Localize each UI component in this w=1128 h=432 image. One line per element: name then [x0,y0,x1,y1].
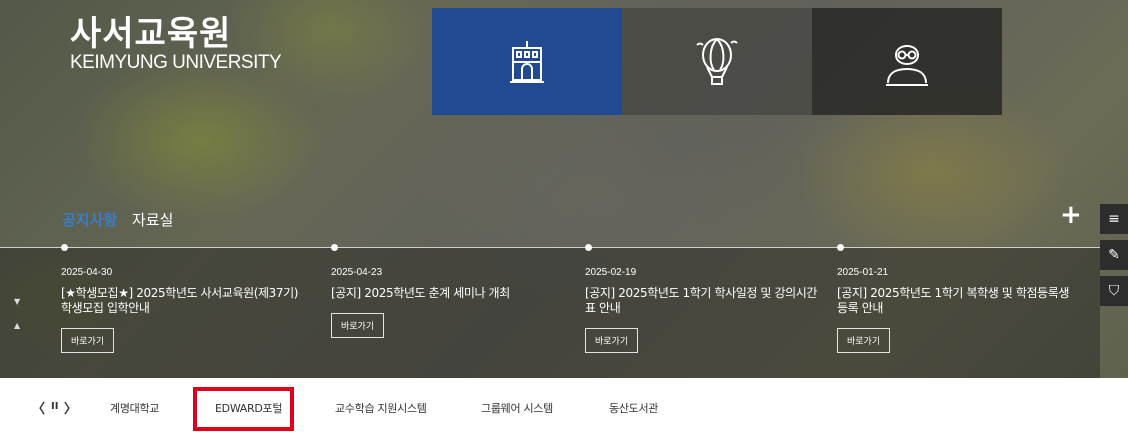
news-item: 2025-04-30 [★학생모집★] 2025학년도 사서교육원(제37기) … [61,267,301,353]
site-title[interactable]: 사서교육원 [70,6,231,55]
news-item: 2025-02-19 [공지] 2025학년도 1학기 학사일정 및 강의시간표… [585,267,825,353]
tab-archive[interactable]: 자료실 [132,211,173,229]
news-item: 2025-01-21 [공지] 2025학년도 1학기 복학생 및 학점등록생 … [837,267,1077,353]
balloon-icon [696,37,738,85]
timeline-dot [331,244,338,251]
timeline-dot [61,244,68,251]
building-icon [510,40,544,83]
news-date: 2025-04-30 [61,267,113,278]
next-button[interactable]: 〉 [64,398,77,417]
news-title[interactable]: [★학생모집★] 2025학년도 사서교육원(제37기) 학생모집 입학안내 [61,286,301,316]
goto-button[interactable]: 바로가기 [331,313,385,338]
news-title[interactable]: [공지] 2025학년도 1학기 복학생 및 학점등록생 등록 안내 [837,286,1077,316]
board-tabs: 공지사항 자료실 [62,209,173,230]
quick-link-building[interactable] [432,8,622,115]
news-date: 2025-02-19 [585,267,637,278]
family-link-teaching-support[interactable]: 교수학습 지원시스템 [335,400,427,416]
family-link-groupware[interactable]: 그룹웨어 시스템 [481,400,553,416]
family-link-keimyung[interactable]: 계명대학교 [110,400,159,416]
side-write-button[interactable]: ✎ [1100,240,1128,270]
menu-icon: ≡ [1108,211,1120,227]
goto-button[interactable]: 바로가기 [61,328,115,353]
side-menu-button[interactable]: ≡ [1100,204,1128,234]
more-button[interactable]: + [1060,202,1082,228]
timeline-dot [585,244,592,251]
tab-notice[interactable]: 공지사항 [62,211,117,229]
timeline-dot [837,244,844,251]
quick-link-person[interactable] [812,8,1002,115]
timeline-line [0,247,1100,248]
person-glasses-icon [886,44,928,86]
news-date: 2025-04-23 [331,267,383,278]
highlight-box [193,387,294,431]
goto-button[interactable]: 바로가기 [585,328,639,353]
pencil-icon: ✎ [1108,247,1120,263]
shield-icon: ⛉ [1108,283,1120,299]
pause-button[interactable]: II [51,401,58,412]
site-subtitle: KEIMYUNG UNIVERSITY [70,52,282,73]
news-date: 2025-01-21 [837,267,889,278]
news-scroll-arrows[interactable]: ▼ ▲ [14,296,20,332]
prev-button[interactable]: 〈 [32,398,45,417]
family-link-library[interactable]: 동산도서관 [609,400,658,416]
goto-button[interactable]: 바로가기 [837,328,891,353]
quick-link-balloon[interactable] [622,8,812,115]
news-title[interactable]: [공지] 2025학년도 춘계 세미나 개최 [331,286,571,301]
news-item: 2025-04-23 [공지] 2025학년도 춘계 세미나 개최 바로가기 [331,267,571,338]
family-site-bar [0,378,1128,432]
news-title[interactable]: [공지] 2025학년도 1학기 학사일정 및 강의시간표 안내 [585,286,825,316]
side-shield-button[interactable]: ⛉ [1100,276,1128,306]
